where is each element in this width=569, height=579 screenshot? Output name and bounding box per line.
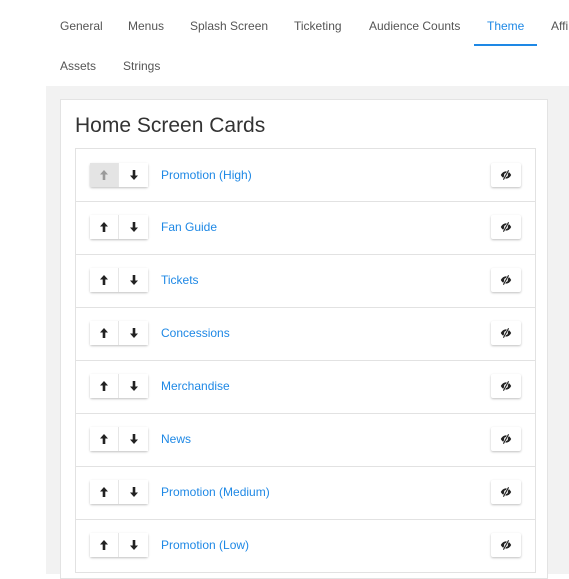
arrow-down-icon — [129, 170, 138, 180]
arrow-down-icon — [129, 328, 138, 338]
move-down-button[interactable] — [119, 480, 148, 504]
arrow-up-icon — [100, 434, 108, 444]
card-label[interactable]: Promotion (Medium) — [161, 484, 270, 500]
toggle-visibility-button[interactable] — [491, 163, 521, 187]
toggle-visibility-button[interactable] — [491, 427, 521, 451]
eye-slash-icon — [500, 170, 512, 180]
settings-tab-bar: General Menus Splash Screen Ticketing Au… — [0, 0, 569, 86]
arrow-down-icon — [129, 487, 138, 497]
arrow-down-icon — [129, 434, 138, 444]
card-label[interactable]: Concessions — [161, 325, 230, 341]
eye-slash-icon — [500, 381, 512, 391]
tab-menus[interactable]: Menus — [128, 18, 164, 34]
reorder-button-group — [90, 321, 148, 345]
arrow-up-icon — [100, 275, 108, 285]
tab-ticketing[interactable]: Ticketing — [294, 18, 342, 34]
card-label[interactable]: News — [161, 431, 191, 447]
move-up-button[interactable] — [90, 374, 119, 398]
move-down-button[interactable] — [119, 427, 148, 451]
card-row: News — [75, 414, 536, 467]
card-label[interactable]: Promotion (Low) — [161, 537, 249, 553]
toggle-visibility-button[interactable] — [491, 374, 521, 398]
active-tab-indicator — [474, 44, 537, 46]
eye-slash-icon — [500, 275, 512, 285]
arrow-down-icon — [129, 540, 138, 550]
card-row: Fan Guide — [75, 202, 536, 255]
move-up-button[interactable] — [90, 268, 119, 292]
move-down-button[interactable] — [119, 215, 148, 239]
move-up-button[interactable] — [90, 533, 119, 557]
card-row: Promotion (Medium) — [75, 467, 536, 520]
card-row: Concessions — [75, 308, 536, 361]
toggle-visibility-button[interactable] — [491, 480, 521, 504]
card-label[interactable]: Merchandise — [161, 378, 230, 394]
reorder-button-group — [90, 268, 148, 292]
home-screen-cards-panel: Home Screen Cards Promotion (High) Fan G… — [60, 99, 548, 579]
tab-affiliates[interactable]: Affi — [551, 18, 568, 34]
tab-audience-counts[interactable]: Audience Counts — [369, 18, 460, 34]
move-up-button[interactable] — [90, 480, 119, 504]
tab-general[interactable]: General — [60, 18, 103, 34]
move-down-button[interactable] — [119, 163, 148, 187]
card-list: Promotion (High) Fan Guide Tickets Conce… — [75, 148, 536, 573]
reorder-button-group — [90, 163, 148, 187]
arrow-down-icon — [129, 381, 138, 391]
move-up-button[interactable] — [90, 163, 119, 187]
arrow-up-icon — [100, 540, 108, 550]
move-up-button[interactable] — [90, 321, 119, 345]
tab-assets[interactable]: Assets — [60, 58, 96, 74]
move-down-button[interactable] — [119, 321, 148, 345]
arrow-up-icon — [100, 222, 108, 232]
arrow-down-icon — [129, 275, 138, 285]
reorder-button-group — [90, 215, 148, 239]
reorder-button-group — [90, 480, 148, 504]
arrow-up-icon — [100, 328, 108, 338]
tab-strings[interactable]: Strings — [123, 58, 160, 74]
eye-slash-icon — [500, 434, 512, 444]
card-row: Promotion (High) — [75, 148, 536, 202]
reorder-button-group — [90, 427, 148, 451]
move-down-button[interactable] — [119, 268, 148, 292]
card-row: Tickets — [75, 255, 536, 308]
move-down-button[interactable] — [119, 533, 148, 557]
card-label[interactable]: Tickets — [161, 272, 199, 288]
reorder-button-group — [90, 374, 148, 398]
panel-title: Home Screen Cards — [75, 114, 266, 137]
move-up-button[interactable] — [90, 215, 119, 239]
tab-theme[interactable]: Theme — [487, 18, 524, 34]
arrow-down-icon — [129, 222, 138, 232]
arrow-up-icon — [100, 381, 108, 391]
card-label[interactable]: Promotion (High) — [161, 167, 252, 183]
eye-slash-icon — [500, 487, 512, 497]
toggle-visibility-button[interactable] — [491, 321, 521, 345]
eye-slash-icon — [500, 222, 512, 232]
move-down-button[interactable] — [119, 374, 148, 398]
toggle-visibility-button[interactable] — [491, 215, 521, 239]
card-row: Promotion (Low) — [75, 520, 536, 573]
toggle-visibility-button[interactable] — [491, 533, 521, 557]
move-up-button[interactable] — [90, 427, 119, 451]
eye-slash-icon — [500, 328, 512, 338]
arrow-up-icon — [100, 487, 108, 497]
reorder-button-group — [90, 533, 148, 557]
arrow-up-icon — [100, 170, 108, 180]
card-label[interactable]: Fan Guide — [161, 219, 217, 235]
tab-splash-screen[interactable]: Splash Screen — [190, 18, 268, 34]
toggle-visibility-button[interactable] — [491, 268, 521, 292]
card-row: Merchandise — [75, 361, 536, 414]
eye-slash-icon — [500, 540, 512, 550]
